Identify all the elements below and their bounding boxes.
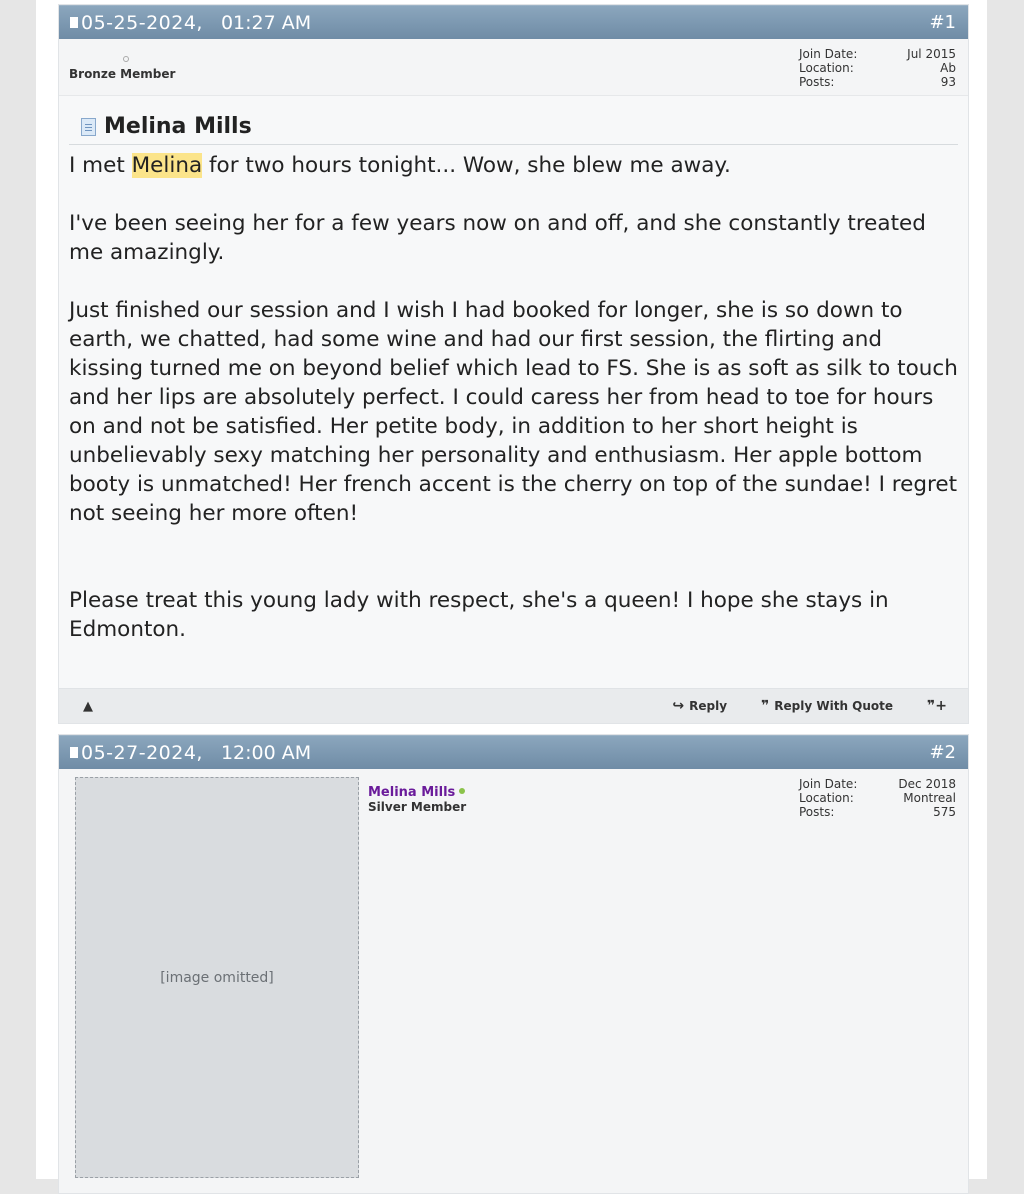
join-date-value: Jul 2015 (907, 47, 956, 61)
username-link[interactable]: Melina Mills (368, 785, 455, 800)
avatar-placeholder: [image omitted] (75, 777, 359, 1178)
quote-icon: ❞ (761, 698, 770, 714)
post-header: 05-27-2024, 12:00 AM #2 (59, 735, 968, 769)
location-value: Montreal (903, 791, 956, 805)
post-date: 05-27-2024, (81, 741, 203, 764)
posts-label: Posts: (799, 75, 835, 89)
user-stats: Join Date: Jul 2015 Location: Ab Posts: 93 (799, 47, 956, 89)
posts-value: 575 (933, 805, 956, 819)
message-paragraph: I've been seeing her for a few years now… (69, 211, 926, 265)
reply-arrow-icon: ↪ (672, 698, 685, 714)
join-date-value: Dec 2018 (898, 777, 956, 791)
text: for two hours tonight... Wow, she blew m… (202, 153, 731, 178)
multi-quote-icon: ❞+ (927, 698, 947, 714)
online-status-icon (459, 788, 466, 794)
location-label: Location: (799, 791, 854, 805)
join-date-label: Join Date: (799, 777, 858, 791)
reply-button[interactable]: ↪ Reply (672, 698, 727, 714)
post-header: 05-25-2024, 01:27 AM #1 (59, 5, 968, 39)
member-title: Silver Member (368, 800, 467, 814)
join-date-label: Join Date: (799, 47, 858, 61)
reply-label: Reply (689, 699, 728, 713)
post-number-link[interactable]: #2 (929, 742, 956, 763)
post-message: I met Melina for two hours tonight... Wo… (69, 145, 958, 644)
page: 05-25-2024, 01:27 AM #1 Bronze Member Jo… (36, 0, 987, 1194)
message-paragraph: Please treat this young lady with respec… (69, 588, 889, 642)
user-info: Bronze Member Join Date: Jul 2015 Locatio… (59, 39, 968, 95)
document-icon (81, 117, 96, 136)
post-number-link[interactable]: #1 (929, 12, 956, 33)
posts-value: 93 (940, 75, 956, 89)
multi-quote-button[interactable]: ❞+ (927, 698, 952, 714)
avatar-placeholder-note: [image omitted] (160, 969, 274, 986)
text: I met (69, 153, 132, 178)
member-title: Bronze Member (69, 67, 176, 81)
post-title: Melina Mills (69, 114, 958, 145)
report-icon[interactable]: ▲ (83, 699, 93, 714)
post-date: 05-25-2024, (81, 11, 203, 34)
post-time: 01:27 AM (220, 11, 312, 34)
reply-with-quote-label: Reply With Quote (774, 699, 894, 713)
message-paragraph: I met Melina for two hours tonight... Wo… (69, 151, 958, 180)
highlighted-term: Melina (131, 153, 203, 178)
post-time: 12:00 AM (220, 741, 312, 764)
post-content: Melina Mills I met Melina for two hours … (59, 95, 968, 688)
message-paragraph: Just finished our session and I wish I h… (69, 298, 958, 526)
posts-label: Posts: (799, 805, 835, 819)
user-block: Melina Mills Silver Member (368, 781, 466, 814)
location-value: Ab (940, 61, 956, 75)
location-label: Location: (799, 61, 854, 75)
post-icon (70, 747, 78, 758)
user-info: [image omitted] Melina Mills Silver Memb… (59, 769, 968, 1189)
reply-with-quote-button[interactable]: ❞ Reply With Quote (761, 698, 893, 714)
offline-status-icon (123, 56, 129, 62)
post-icon (70, 17, 78, 28)
post-footer: ▲ ↪ Reply ❞ Reply With Quote ❞+ (59, 688, 968, 723)
user-stats: Join Date: Dec 2018 Location: Montreal Pos… (799, 777, 956, 819)
post-2: 05-27-2024, 12:00 AM #2 [image omitted] … (58, 734, 969, 1194)
post-1: 05-25-2024, 01:27 AM #1 Bronze Member Jo… (58, 4, 969, 724)
post-title-text: Melina Mills (104, 114, 252, 139)
